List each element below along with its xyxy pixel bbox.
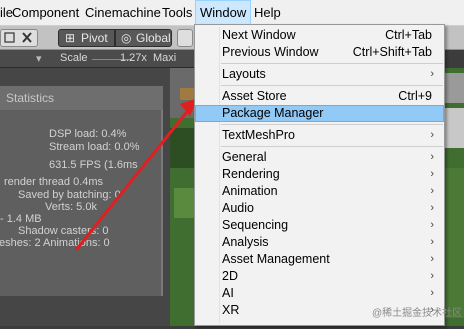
menu-item-label: AI <box>222 286 234 300</box>
menu-item-label: 2D <box>222 269 238 283</box>
menu-item-label: TextMeshPro <box>222 128 295 142</box>
menu-item-label: Animation <box>222 184 278 198</box>
menu-item-next-window[interactable]: Next Window Ctrl+Tab <box>195 27 444 44</box>
window-menu-dropdown: Next Window Ctrl+Tab Previous Window Ctr… <box>194 24 445 326</box>
menu-item-layouts[interactable]: Layouts › <box>195 66 444 83</box>
menu-item-label: General <box>222 150 267 164</box>
chevron-right-icon: › <box>430 287 434 299</box>
menu-item-rendering[interactable]: Rendering › <box>195 166 444 183</box>
menu-item-asset-store[interactable]: Asset Store Ctrl+9 <box>195 88 444 105</box>
menu-separator <box>221 63 443 64</box>
menu-separator <box>221 124 443 125</box>
chevron-right-icon: › <box>430 219 434 231</box>
menu-item-2d[interactable]: 2D › <box>195 268 444 285</box>
menu-item-audio[interactable]: Audio › <box>195 200 444 217</box>
menu-item-label: Sequencing <box>222 218 289 232</box>
menu-separator <box>221 85 443 86</box>
menu-separator <box>221 146 443 147</box>
menu-item-label: Next Window <box>222 28 296 42</box>
menu-item-label: Asset Management <box>222 252 330 266</box>
menu-item-textmeshpro[interactable]: TextMeshPro › <box>195 127 444 144</box>
watermark: @稀土掘金技术社区 <box>372 308 463 319</box>
menu-item-asset-management[interactable]: Asset Management › <box>195 251 444 268</box>
menu-item-analysis[interactable]: Analysis › <box>195 234 444 251</box>
menu-item-sequencing[interactable]: Sequencing › <box>195 217 444 234</box>
menu-item-label: Rendering <box>222 167 280 181</box>
chevron-right-icon: › <box>430 253 434 265</box>
shortcut-label: Ctrl+9 <box>398 89 432 103</box>
chevron-right-icon: › <box>430 151 434 163</box>
menu-item-label: Analysis <box>222 235 269 249</box>
chevron-right-icon: › <box>430 202 434 214</box>
chevron-right-icon: › <box>430 168 434 180</box>
chevron-right-icon: › <box>430 270 434 282</box>
shortcut-label: Ctrl+Shift+Tab <box>352 45 432 59</box>
chevron-right-icon: › <box>430 129 434 141</box>
menu-item-label: XR <box>222 303 240 317</box>
menu-item-label: Audio <box>222 201 254 215</box>
menu-item-label: Package Manager <box>222 106 324 120</box>
menu-item-label: Previous Window <box>222 45 319 59</box>
chevron-right-icon: › <box>430 185 434 197</box>
menu-item-label: Asset Store <box>222 89 287 103</box>
menu-item-animation[interactable]: Animation › <box>195 183 444 200</box>
chevron-right-icon: › <box>430 236 434 248</box>
menu-item-ai[interactable]: AI › <box>195 285 444 302</box>
menu-item-label: Layouts <box>222 67 266 81</box>
menu-item-package-manager[interactable]: Package Manager <box>195 105 444 122</box>
menu-item-previous-window[interactable]: Previous Window Ctrl+Shift+Tab <box>195 44 444 61</box>
chevron-right-icon: › <box>430 68 434 80</box>
menu-item-general[interactable]: General › <box>195 149 444 166</box>
shortcut-label: Ctrl+Tab <box>385 28 432 42</box>
